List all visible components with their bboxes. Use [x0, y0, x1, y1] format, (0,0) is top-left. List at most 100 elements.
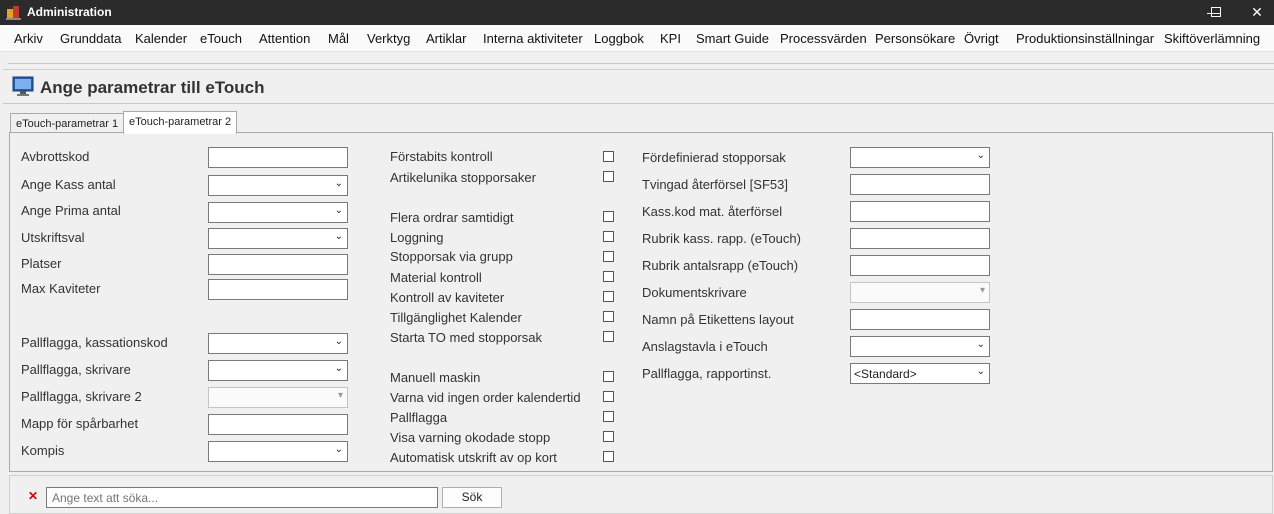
varna-checkbox[interactable]	[603, 391, 614, 402]
menu-grunddata[interactable]: Grunddata	[60, 31, 121, 46]
manuell-maskin-checkbox[interactable]	[603, 371, 614, 382]
rubrik-kass-input[interactable]	[850, 228, 990, 249]
kompis-select[interactable]: ⌄	[208, 441, 348, 462]
label-pallflagga-rapportinst: Pallflagga, rapportinst.	[642, 366, 772, 381]
label-kass-kod: Kass.kod mat. återförsel	[642, 204, 783, 219]
menu-attention[interactable]: Attention	[259, 31, 310, 46]
avbrottskod-input[interactable]	[208, 147, 348, 168]
label-max-kaviteter: Max Kaviteter	[21, 281, 101, 296]
dokumentskrivare-select: ▾	[850, 282, 990, 303]
pallflagga-kassationskod-select[interactable]: ⌄	[208, 333, 348, 354]
menu-bar: Arkiv Grunddata Kalender eTouch Attentio…	[0, 25, 1274, 52]
rubrik-antal-input[interactable]	[850, 255, 990, 276]
search-input[interactable]	[46, 487, 438, 508]
menu-artiklar[interactable]: Artiklar	[426, 31, 466, 46]
divider	[8, 63, 1274, 64]
label-starta-to: Starta TO med stopporsak	[390, 330, 542, 345]
label-manuell-maskin: Manuell maskin	[390, 370, 481, 385]
label-rubrik-antal: Rubrik antalsrapp (eTouch)	[642, 258, 799, 273]
label-tillganglighet: Tillgänglighet Kalender	[390, 310, 522, 325]
search-button[interactable]: Sök	[442, 487, 502, 508]
window-title: Administration	[27, 5, 112, 19]
menu-smart-guide[interactable]: Smart Guide	[696, 31, 769, 46]
auto-utskrift-checkbox[interactable]	[603, 451, 614, 462]
menu-skiftoverlamning[interactable]: Skiftöverlämning	[1164, 31, 1260, 46]
title-bar: Administration — ✕	[0, 0, 1274, 25]
label-utskriftsval: Utskriftsval	[21, 230, 85, 245]
tab-etouch-parametrar-2[interactable]: eTouch-parametrar 2	[123, 111, 238, 134]
label-anslagstavla: Anslagstavla i eTouch	[642, 339, 768, 354]
menu-arkiv[interactable]: Arkiv	[14, 31, 43, 46]
label-loggning: Loggning	[390, 230, 444, 245]
label-kompis: Kompis	[21, 443, 65, 458]
label-avbrottskod: Avbrottskod	[21, 149, 90, 164]
chevron-down-icon: ⌄	[334, 336, 343, 347]
label-pallflagga-skrivare: Pallflagga, skrivare	[21, 362, 131, 377]
prima-antal-select[interactable]: ⌄	[208, 202, 348, 223]
material-kontroll-checkbox[interactable]	[603, 271, 614, 282]
pallflagga-checkbox[interactable]	[603, 411, 614, 422]
chevron-down-icon: ▾	[337, 390, 343, 401]
tab-panel: Avbrottskod Ange Kass antal ⌄ Ange Prima…	[9, 132, 1273, 472]
chevron-down-icon: ⌄	[976, 339, 985, 350]
fordef-stopporsak-select[interactable]: ⌄	[850, 147, 990, 168]
menu-produktionsinstallningar[interactable]: Produktionsinställningar	[1016, 31, 1154, 46]
chevron-down-icon: ⌄	[334, 444, 343, 455]
maximize-button[interactable]	[1196, 0, 1236, 25]
kontroll-kaviteter-checkbox[interactable]	[603, 291, 614, 302]
chevron-down-icon: ⌄	[334, 363, 343, 374]
visa-varning-checkbox[interactable]	[603, 431, 614, 442]
tillganglighet-checkbox[interactable]	[603, 311, 614, 322]
app-icon	[6, 6, 21, 20]
flera-ordrar-checkbox[interactable]	[603, 211, 614, 222]
tvingad-input[interactable]	[850, 174, 990, 195]
menu-verktyg[interactable]: Verktyg	[367, 31, 410, 46]
chevron-down-icon: ⌄	[334, 178, 343, 189]
anslagstavla-select[interactable]: ⌄	[850, 336, 990, 357]
menu-personsokare[interactable]: Personsökare	[875, 31, 955, 46]
pallflagga-skrivare-select[interactable]: ⌄	[208, 360, 348, 381]
starta-to-checkbox[interactable]	[603, 331, 614, 342]
maximize-icon	[1211, 7, 1221, 17]
chevron-down-icon: ⌄	[976, 366, 985, 377]
kass-antal-select[interactable]: ⌄	[208, 175, 348, 196]
label-kontroll-kaviteter: Kontroll av kaviteter	[390, 290, 505, 305]
label-auto-utskrift: Automatisk utskrift av op kort	[390, 450, 557, 465]
platser-input[interactable]	[208, 254, 348, 275]
search-bar: ✕ Sök	[9, 475, 1273, 514]
menu-kalender[interactable]: Kalender	[135, 31, 187, 46]
menu-loggbok[interactable]: Loggbok	[594, 31, 644, 46]
label-forstabits: Förstabits kontroll	[390, 149, 493, 164]
chevron-down-icon: ⌄	[334, 205, 343, 216]
chevron-down-icon: ⌄	[334, 231, 343, 242]
menu-etouch[interactable]: eTouch	[200, 31, 242, 46]
namn-etikett-input[interactable]	[850, 309, 990, 330]
kass-kod-input[interactable]	[850, 201, 990, 222]
label-prima-antal: Ange Prima antal	[21, 203, 121, 218]
max-kaviteter-input[interactable]	[208, 279, 348, 300]
label-rubrik-kass: Rubrik kass. rapp. (eTouch)	[642, 231, 801, 246]
label-varna: Varna vid ingen order kalendertid	[390, 390, 581, 405]
menu-ovrigt[interactable]: Övrigt	[964, 31, 999, 46]
label-visa-varning: Visa varning okodade stopp	[390, 430, 551, 445]
label-mapp-sparbarhet: Mapp för spårbarhet	[21, 416, 139, 431]
menu-kpi[interactable]: KPI	[660, 31, 681, 46]
label-kass-antal: Ange Kass antal	[21, 177, 116, 192]
close-button[interactable]: ✕	[1236, 0, 1274, 25]
label-stopporsak-grupp: Stopporsak via grupp	[390, 249, 513, 264]
menu-mal[interactable]: Mål	[328, 31, 349, 46]
menu-interna-aktiviteter[interactable]: Interna aktiviteter	[483, 31, 583, 46]
forstabits-checkbox[interactable]	[603, 151, 614, 162]
pallflagga-rapportinst-select[interactable]: <Standard> ⌄	[850, 363, 990, 384]
menu-processvarden[interactable]: Processvärden	[780, 31, 867, 46]
page-header: Ange parametrar till eTouch	[3, 69, 1274, 104]
clear-icon[interactable]: ✕	[28, 489, 38, 503]
label-namn-etikett: Namn på Etikettens layout	[642, 312, 794, 327]
artikelunika-checkbox[interactable]	[603, 171, 614, 182]
pallflagga-rapportinst-value: <Standard>	[854, 367, 917, 381]
stopporsak-grupp-checkbox[interactable]	[603, 251, 614, 262]
loggning-checkbox[interactable]	[603, 231, 614, 242]
utskriftsval-select[interactable]: ⌄	[208, 228, 348, 249]
tab-etouch-parametrar-1[interactable]: eTouch-parametrar 1	[10, 113, 125, 134]
mapp-sparbarhet-input[interactable]	[208, 414, 348, 435]
